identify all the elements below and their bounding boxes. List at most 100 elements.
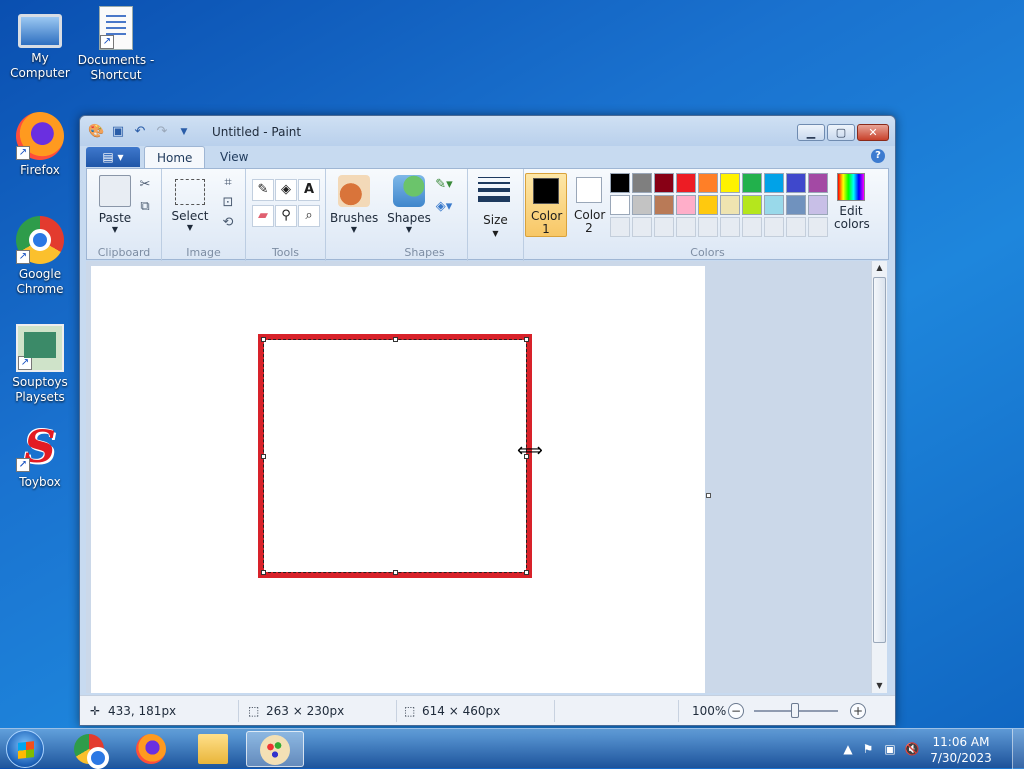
selection-handle[interactable] [393,337,398,342]
crop-icon[interactable]: ⌗ [218,173,238,193]
desktop-icon-documents[interactable]: ↗ Documents - Shortcut [76,6,156,83]
paint-menu-button[interactable]: ▤ ▾ [86,147,140,167]
network-icon[interactable]: ▣ [882,742,898,756]
cut-icon[interactable]: ✂ [135,175,155,195]
taskbar-explorer[interactable] [184,731,242,767]
tab-view[interactable]: View [208,146,260,168]
palette-swatch[interactable] [698,217,718,237]
drawing-canvas[interactable]: ⟺ [91,266,705,693]
desktop-icon-souptoys[interactable]: ↗ Souptoys Playsets [0,324,80,405]
pencil-icon[interactable]: ✎ [252,179,274,201]
palette-swatch[interactable] [632,173,652,193]
close-button[interactable]: ✕ [857,124,889,141]
palette-swatch[interactable] [610,195,630,215]
palette-swatch[interactable] [654,195,674,215]
color2-button[interactable]: Color 2 [568,173,610,237]
rotate-icon[interactable]: ⟲ [218,213,238,233]
copy-icon[interactable]: ⧉ [135,197,155,217]
resize-icon[interactable]: ⊡ [218,193,238,213]
fill-bucket-icon[interactable]: ◈ [275,179,297,201]
canvas-workspace[interactable]: ⟺ [86,261,876,693]
palette-swatch[interactable] [742,195,762,215]
magnifier-icon[interactable]: ⌕ [298,205,320,227]
help-icon[interactable]: ? [871,149,885,163]
desktop-icon-firefox[interactable]: ↗ Firefox [0,112,80,178]
palette-swatch[interactable] [786,173,806,193]
palette-swatch[interactable] [676,173,696,193]
scroll-down-icon[interactable]: ▼ [872,679,887,693]
palette-swatch[interactable] [808,217,828,237]
taskbar-paint[interactable] [246,731,304,767]
selection-handle[interactable] [524,570,529,575]
palette-swatch[interactable] [742,217,762,237]
scroll-up-icon[interactable]: ▲ [872,261,887,275]
palette-swatch[interactable] [610,217,630,237]
zoom-in-button[interactable]: + [850,703,866,719]
palette-swatch[interactable] [610,173,630,193]
desktop-icon-my-computer[interactable]: My Computer [0,8,80,81]
taskbar-chrome[interactable] [60,731,118,769]
save-icon[interactable]: ▣ [110,124,126,140]
palette-swatch[interactable] [720,217,740,237]
undo-icon[interactable]: ↶ [132,124,148,140]
select-button[interactable]: Select ▼ [168,175,212,232]
zoom-slider-thumb[interactable] [791,703,799,718]
show-desktop-button[interactable] [1012,729,1024,769]
eraser-icon[interactable]: ▰ [252,205,274,227]
volume-muted-icon[interactable]: 🔇 [904,742,920,756]
palette-swatch[interactable] [676,217,696,237]
selection-handle[interactable] [261,570,266,575]
palette-swatch[interactable] [808,173,828,193]
customize-toolbar-icon[interactable]: ▼ [176,124,192,140]
palette-swatch[interactable] [808,195,828,215]
show-hidden-icons-icon[interactable]: ▲ [840,742,856,756]
clipboard-group-label: Clipboard [97,246,151,259]
edit-colors-button[interactable]: Edit colors [830,173,872,231]
canvas-resize-handle[interactable] [706,493,711,498]
scrollbar-thumb[interactable] [873,277,886,643]
shortcut-arrow-icon: ↗ [16,146,30,160]
selection-handle[interactable] [261,454,266,459]
desktop-icon-chrome[interactable]: ↗ Google Chrome [0,216,80,297]
palette-swatch[interactable] [742,173,762,193]
palette-swatch[interactable] [764,217,784,237]
palette-swatch[interactable] [786,217,806,237]
palette-swatch[interactable] [764,195,784,215]
shapes-button[interactable]: Shapes ▼ [386,175,432,234]
maximize-button[interactable]: ▢ [827,124,855,141]
palette-swatch[interactable] [698,195,718,215]
palette-swatch[interactable] [698,173,718,193]
palette-swatch[interactable] [720,173,740,193]
shape-selection-box[interactable] [263,339,527,573]
palette-swatch[interactable] [764,173,784,193]
outline-icon[interactable]: ✎▾ [434,175,454,195]
action-center-icon[interactable]: ⚑ [860,742,876,756]
palette-swatch[interactable] [786,195,806,215]
palette-swatch[interactable] [654,173,674,193]
paint-app-icon[interactable]: 🎨 [88,124,104,140]
color-picker-icon[interactable]: ⚲ [275,205,297,227]
selection-handle[interactable] [261,337,266,342]
palette-swatch[interactable] [654,217,674,237]
zoom-out-button[interactable]: − [728,703,744,719]
palette-swatch[interactable] [720,195,740,215]
brushes-button[interactable]: Brushes ▼ [330,175,378,234]
taskbar-firefox[interactable] [122,731,180,767]
vertical-scrollbar[interactable]: ▲ ▼ [871,261,887,693]
desktop-icon-toybox[interactable]: S ↗ Toybox [0,424,80,490]
selection-handle[interactable] [524,337,529,342]
clock[interactable]: 11:06 AM 7/30/2023 [926,734,996,766]
fill-icon[interactable]: ◈▾ [434,197,454,217]
size-group[interactable]: Size ▼ [468,169,524,261]
redo-icon[interactable]: ↷ [154,124,170,140]
start-button[interactable] [6,730,44,768]
palette-swatch[interactable] [676,195,696,215]
palette-swatch[interactable] [632,217,652,237]
minimize-button[interactable]: ▁ [797,124,825,141]
color1-button[interactable]: Color 1 [525,173,567,237]
palette-swatch[interactable] [632,195,652,215]
text-tool-icon[interactable]: A [298,179,320,201]
tab-home[interactable]: Home [144,146,206,168]
paste-button[interactable]: Paste ▼ [95,175,135,234]
selection-handle[interactable] [393,570,398,575]
